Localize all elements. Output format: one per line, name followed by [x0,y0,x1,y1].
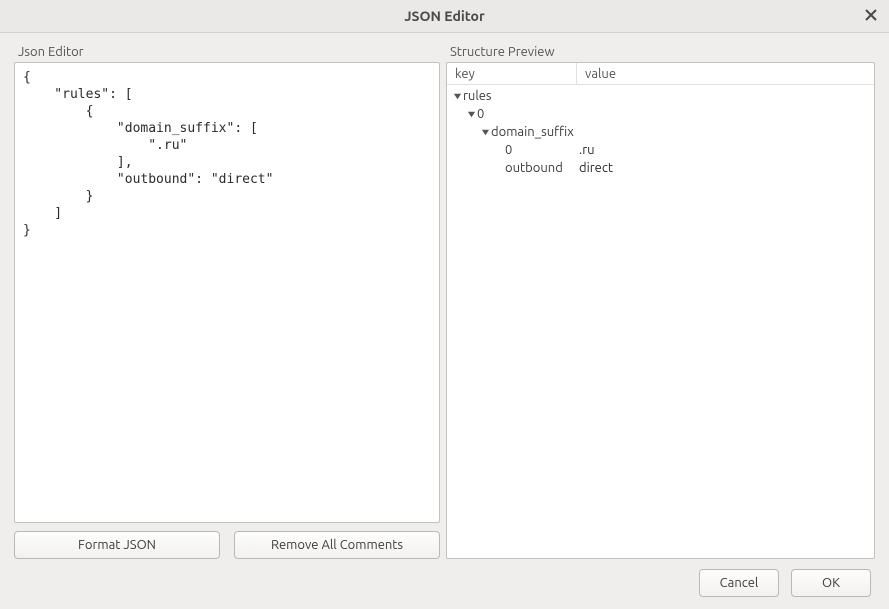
tree-key-cell: 0 [447,143,577,157]
tree-value-cell: direct [577,161,866,175]
cancel-button[interactable]: Cancel [699,569,779,597]
editor-pane-label: Json Editor [18,45,440,59]
tree-value-cell: .ru [577,143,866,157]
dialog-footer: Cancel OK [14,569,875,597]
titlebar: JSON Editor [0,0,889,33]
tree-key-cell: domain_suffix [447,125,577,139]
preview-pane: Structure Preview key value rules 0 domain… [446,45,875,559]
tree-key-cell: rules [447,89,577,103]
tree-key-cell: 0 [447,107,577,121]
tree-key-label: domain_suffix [491,125,574,139]
remove-all-comments-button[interactable]: Remove All Comments [234,531,440,559]
expander-open-icon[interactable] [465,110,477,119]
close-icon [865,9,877,24]
structure-preview-tree[interactable]: key value rules 0 domain_suffix 0 .ru outboun… [446,62,875,559]
expander-open-icon[interactable] [451,92,463,101]
tree-body: rules 0 domain_suffix 0 .ru outbound direct [447,85,874,558]
preview-pane-label: Structure Preview [450,45,875,59]
window-title: JSON Editor [404,8,484,24]
tree-header: key value [447,63,874,85]
format-json-button[interactable]: Format JSON [14,531,220,559]
tree-row[interactable]: 0 [447,105,874,123]
editor-pane: Json Editor { "rules": [ { "domain_suffi… [14,45,440,559]
close-button[interactable] [863,8,879,24]
tree-key-label: 0 [505,143,512,157]
tree-row[interactable]: rules [447,87,874,105]
panes: Json Editor { "rules": [ { "domain_suffi… [14,45,875,559]
tree-key-label: 0 [477,107,484,121]
window-body: Json Editor { "rules": [ { "domain_suffi… [0,33,889,609]
expander-open-icon[interactable] [479,128,491,137]
tree-row[interactable]: outbound direct [447,159,874,177]
editor-button-row: Format JSON Remove All Comments [14,531,440,559]
tree-key-cell: outbound [447,161,577,175]
json-editor-window: JSON Editor Json Editor { "rules": [ { "… [0,0,889,609]
tree-row[interactable]: 0 .ru [447,141,874,159]
json-text-editor[interactable]: { "rules": [ { "domain_suffix": [ ".ru" … [14,62,440,523]
tree-header-value[interactable]: value [577,63,874,84]
tree-header-key[interactable]: key [447,63,577,84]
tree-key-label: outbound [505,161,563,175]
tree-row[interactable]: domain_suffix [447,123,874,141]
ok-button[interactable]: OK [791,569,871,597]
tree-key-label: rules [463,89,492,103]
